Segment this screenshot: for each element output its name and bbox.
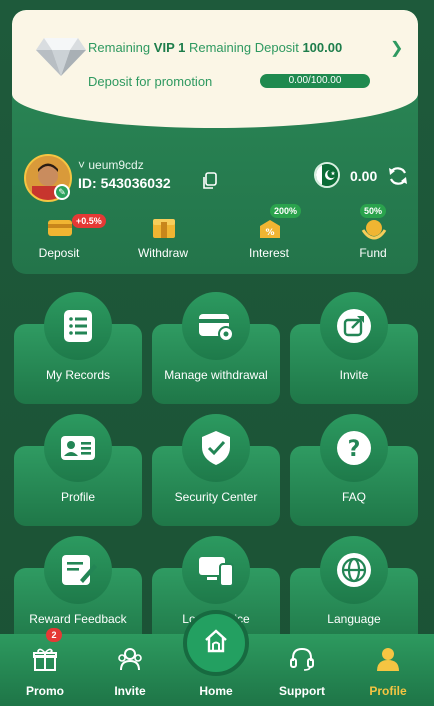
deposit-badge: +0.5% [72,214,106,228]
quick-interest[interactable]: % 200% Interest [234,204,304,274]
headset-icon [290,647,314,671]
menu-invite[interactable]: Invite [290,292,418,404]
tile-label: Invite [339,368,369,382]
menu-manage-withdrawal[interactable]: Manage withdrawal [152,292,280,404]
deposit-progress-bar: 0.00/100.00 [260,74,370,88]
tile-label: Language [327,612,381,626]
interest-icon: % [260,220,280,238]
username: ˅ ueum9cdz [78,158,144,172]
tile-bubble [44,536,112,604]
nav-invite-label: Invite [114,684,146,698]
interest-label: Interest [248,246,290,260]
devices-icon [199,557,234,587]
diamond-icon [36,38,86,76]
svg-text:%: % [265,228,274,238]
tile-label: Security Center [174,490,258,504]
remaining-prefix: Remaining [88,40,151,55]
tile-bubble: ? [320,414,388,482]
menu-reward-feedback[interactable]: Reward Feedback [14,536,142,648]
share-icon [337,309,371,343]
deposit-label: Deposit [38,246,80,260]
gift-icon [33,648,57,671]
nav-promo[interactable]: Promo [10,646,80,702]
globe-icon [337,553,371,587]
tile-bubble [182,292,250,360]
remaining-deposit-value: 100.00 [302,40,343,55]
fund-icon [361,220,387,240]
people-icon [118,648,142,671]
id-value: 543036032 [100,175,171,191]
quick-fund[interactable]: 50% Fund [338,204,408,274]
vip-level: VIP 1 [153,40,186,55]
deposit-icon [48,220,72,236]
remaining-deposit-label: Remaining Deposit [188,40,299,55]
nav-home[interactable]: Home [181,646,251,702]
refresh-icon[interactable] [387,165,409,187]
user-id: ID: 543036032 [78,175,171,191]
chevron-right-icon[interactable]: ❯ [390,38,403,58]
interest-badge: 200% [270,204,302,218]
menu-my-records[interactable]: My Records [14,292,142,404]
tile-bubble [44,414,112,482]
card-settings-icon [199,314,234,342]
tile-label: Manage withdrawal [164,368,268,382]
records-icon [64,310,92,342]
tile-bubble [44,292,112,360]
quick-withdraw[interactable]: Withdraw [128,210,198,274]
menu-security-center[interactable]: Security Center [152,414,280,526]
tile-bubble [182,414,250,482]
tile-bubble [320,292,388,360]
promo-notification-badge: 2 [46,628,62,642]
vip-banner[interactable]: Remaining VIP 1 Remaining Deposit 100.00… [12,10,418,128]
pakistan-flag-icon [314,162,340,188]
question-icon: ? [337,431,371,465]
profile-card-icon [61,436,95,460]
withdraw-icon [153,219,175,238]
tile-label: FAQ [341,490,366,504]
nav-profile[interactable]: Profile [353,646,423,702]
quick-deposit[interactable]: +0.5% Deposit [24,210,106,274]
shield-check-icon [202,431,230,465]
promo-label: Deposit for promotion [88,74,213,89]
nav-support[interactable]: Support [267,646,337,702]
withdraw-label: Withdraw [137,246,188,260]
chevron-down-icon: ˅ [78,158,86,172]
person-icon [377,648,399,671]
menu-profile[interactable]: Profile [14,414,142,526]
account-card: Remaining VIP 1 Remaining Deposit 100.00… [12,10,418,274]
tile-bubble [320,536,388,604]
tile-label: Profile [60,490,95,504]
menu-language[interactable]: Language [290,536,418,648]
balance-value: 0.00 [350,168,378,184]
copy-icon[interactable] [202,172,218,190]
progress-text: 0.00/100.00 [288,75,342,86]
nav-profile-label: Profile [369,684,407,698]
tile-label: My Records [45,368,110,382]
nav-support-label: Support [279,684,325,698]
menu-faq[interactable]: ? FAQ [290,414,418,526]
tile-label: Reward Feedback [29,612,127,626]
username-text: ueum9cdz [88,158,144,172]
vip-remaining-line: Remaining VIP 1 Remaining Deposit 100.00 [88,40,342,55]
svg-text:?: ? [348,437,361,462]
edit-avatar-icon[interactable]: ✎ [54,184,70,200]
tile-bubble [182,536,250,604]
nav-promo-label: Promo [25,684,64,698]
id-label: ID: [78,175,97,191]
nav-invite[interactable]: Invite [95,646,165,702]
fund-label: Fund [359,246,387,260]
app-frame: Remaining VIP 1 Remaining Deposit 100.00… [0,0,434,706]
fund-badge: 50% [360,204,387,218]
feedback-icon [62,555,97,585]
nav-home-label: Home [199,684,233,698]
